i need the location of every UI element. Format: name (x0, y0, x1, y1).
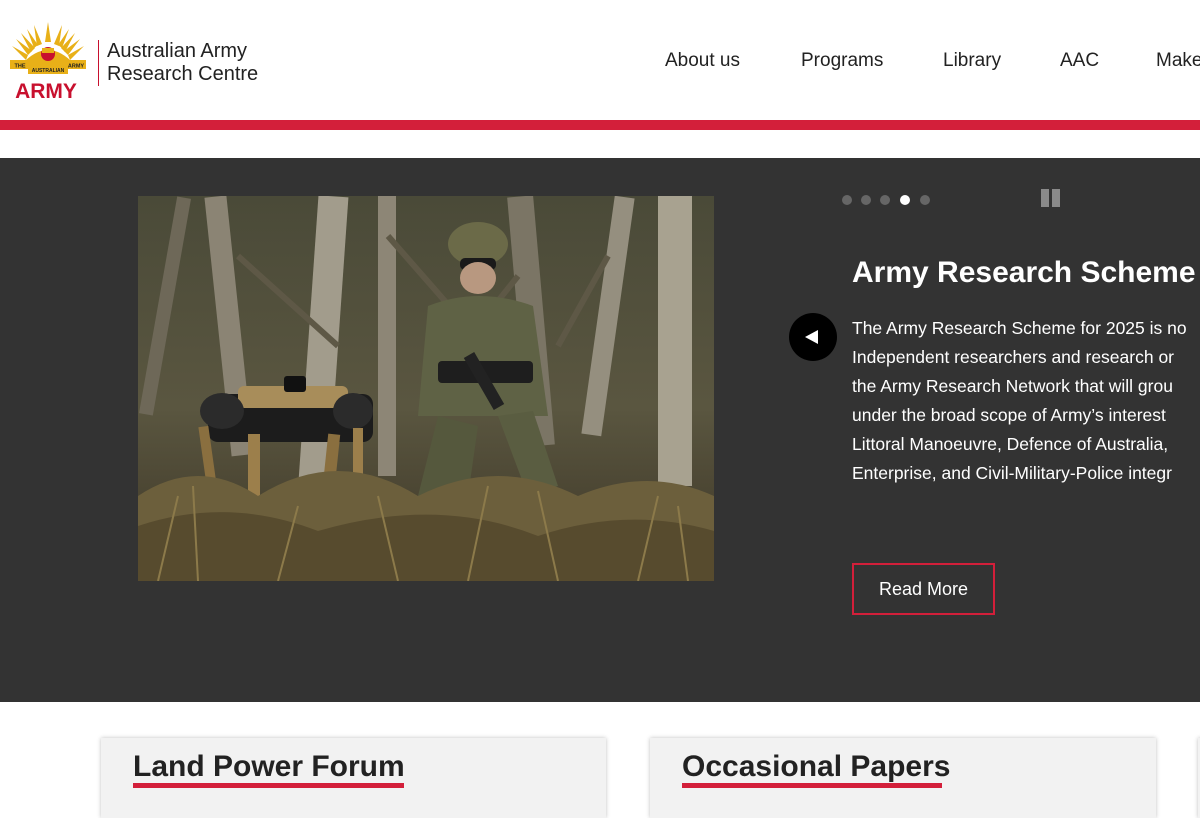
nav-item-aac[interactable]: AAC (1060, 50, 1099, 72)
slide-description-line: the Army Research Network that will grou (852, 376, 1173, 396)
slide-description: The Army Research Scheme for 2025 is no … (852, 314, 1200, 488)
card-title[interactable]: Land Power Forum (133, 750, 405, 784)
slide-description-line: Littoral Manoeuvre, Defence of Australia… (852, 434, 1169, 454)
soldier-with-robot-dog-image (138, 196, 714, 581)
slide-title[interactable]: Army Research Scheme 2 (852, 256, 1200, 290)
card-occasional-papers[interactable]: Occasional Papers (650, 738, 1156, 818)
card-title-underline (682, 783, 942, 788)
carousel-dot-5[interactable] (920, 195, 930, 205)
nav-item-programs[interactable]: Programs (801, 50, 883, 72)
carousel-dot-4[interactable] (900, 195, 910, 205)
hero-slide-image[interactable] (138, 196, 714, 581)
nav-item-about-us[interactable]: About us (665, 50, 740, 72)
card-title-underline (133, 783, 404, 788)
carousel-dot-2[interactable] (861, 195, 871, 205)
slide-description-line: The Army Research Scheme for 2025 is no (852, 318, 1187, 338)
carousel-prev-button[interactable] (789, 313, 837, 361)
card-title[interactable]: Occasional Papers (682, 750, 950, 784)
header-accent-bar (0, 120, 1200, 130)
hero-carousel: Army Research Scheme 2 The Army Research… (0, 158, 1200, 702)
carousel-pause-button[interactable] (1040, 188, 1062, 210)
main-nav: About us Programs Library AAC Make (0, 50, 1200, 80)
nav-item-make[interactable]: Make (1156, 50, 1200, 72)
read-more-button[interactable]: Read More (852, 563, 995, 615)
army-wordmark: ARMY (15, 80, 77, 102)
slide-description-line: Enterprise, and Civil-Military-Police in… (852, 463, 1172, 483)
carousel-dot-3[interactable] (880, 195, 890, 205)
triangle-left-icon (805, 330, 818, 344)
site-header: THE ARMY AUSTRALIAN ARMY Australian Army… (0, 0, 1200, 120)
nav-item-library[interactable]: Library (943, 50, 1001, 72)
card-land-power-forum[interactable]: Land Power Forum (101, 738, 606, 818)
slide-description-line: Independent researchers and research or (852, 347, 1175, 367)
slide-description-line: under the broad scope of Army’s interest (852, 405, 1166, 425)
carousel-dot-1[interactable] (842, 195, 852, 205)
